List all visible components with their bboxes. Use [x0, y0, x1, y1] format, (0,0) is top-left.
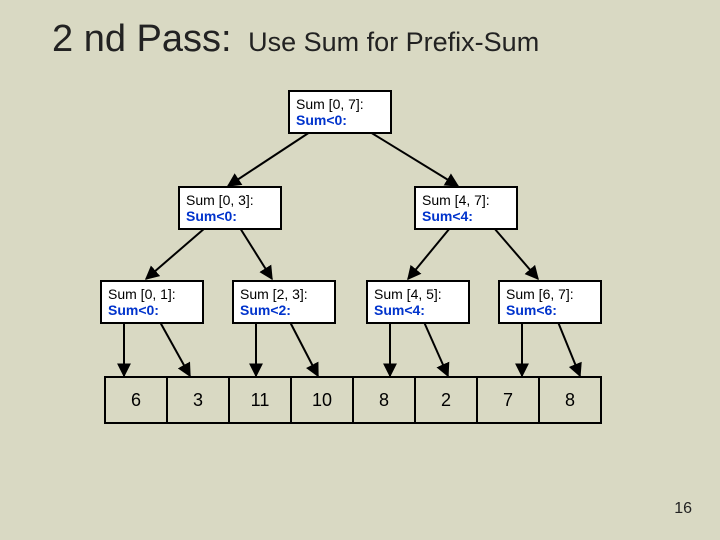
- array-cell: 8: [352, 376, 416, 424]
- node-range: Sum [2, 3]:: [240, 286, 328, 302]
- node-range: Sum [0, 7]:: [296, 96, 384, 112]
- tree-node-6-7: Sum [6, 7]: Sum<6:: [498, 280, 602, 324]
- array-cell: 7: [476, 376, 540, 424]
- slide-title: 2 nd Pass: Use Sum for Prefix-Sum: [52, 18, 539, 61]
- node-range: Sum [0, 3]:: [186, 192, 274, 208]
- node-prefix: Sum<4:: [422, 208, 510, 224]
- array-cell: 10: [290, 376, 354, 424]
- node-range: Sum [6, 7]:: [506, 286, 594, 302]
- tree-node-root: Sum [0, 7]: Sum<0:: [288, 90, 392, 134]
- array-cells: 6 3 11 10 8 2 7 8: [104, 376, 602, 424]
- array-cell: 8: [538, 376, 602, 424]
- node-prefix: Sum<6:: [506, 302, 594, 318]
- node-prefix: Sum<4:: [374, 302, 462, 318]
- node-prefix: Sum<0:: [186, 208, 274, 224]
- tree-node-2-3: Sum [2, 3]: Sum<2:: [232, 280, 336, 324]
- tree-node-4-5: Sum [4, 5]: Sum<4:: [366, 280, 470, 324]
- title-main: 2 nd Pass:: [52, 18, 232, 60]
- tree-node-0-1: Sum [0, 1]: Sum<0:: [100, 280, 204, 324]
- node-prefix: Sum<0:: [108, 302, 196, 318]
- node-range: Sum [4, 5]:: [374, 286, 462, 302]
- node-range: Sum [4, 7]:: [422, 192, 510, 208]
- title-sub: Use Sum for Prefix-Sum: [248, 27, 539, 57]
- node-prefix: Sum<0:: [296, 112, 384, 128]
- array-cell: 11: [228, 376, 292, 424]
- tree-node-0-3: Sum [0, 3]: Sum<0:: [178, 186, 282, 230]
- array-cell: 3: [166, 376, 230, 424]
- tree-node-4-7: Sum [4, 7]: Sum<4:: [414, 186, 518, 230]
- tree-edges: [0, 0, 720, 540]
- page-number: 16: [674, 500, 692, 518]
- node-prefix: Sum<2:: [240, 302, 328, 318]
- array-cell: 6: [104, 376, 168, 424]
- node-range: Sum [0, 1]:: [108, 286, 196, 302]
- array-cell: 2: [414, 376, 478, 424]
